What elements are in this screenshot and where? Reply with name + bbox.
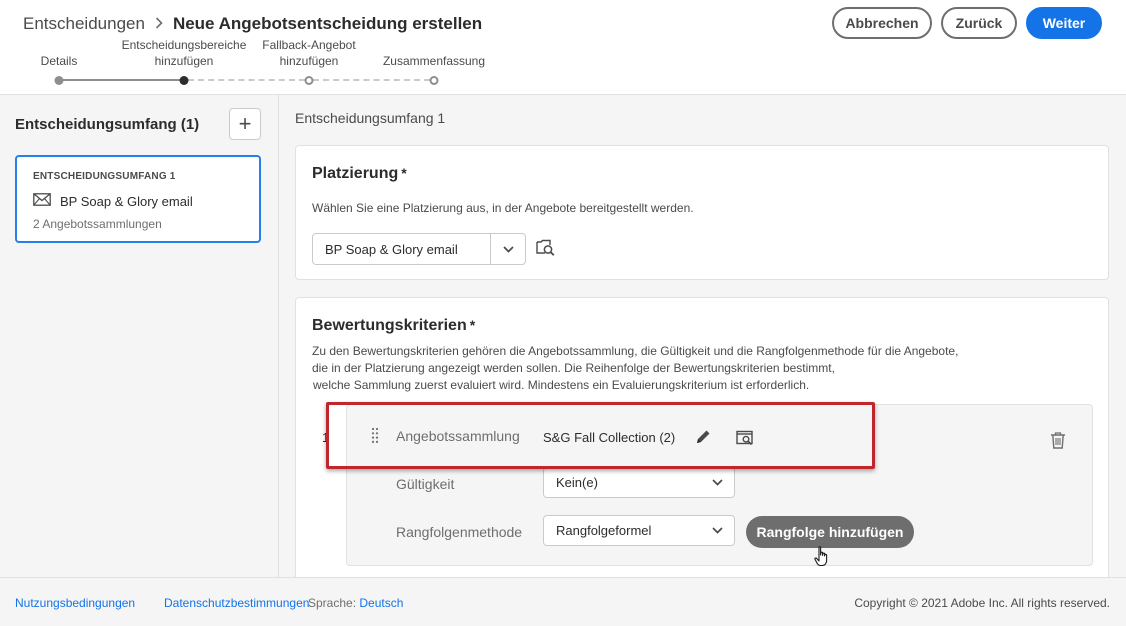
step-scopes-label: Entscheidungsbereiche hinzufügen xyxy=(121,38,247,68)
criteria-title: Bewertungskriterien xyxy=(312,317,467,334)
browse-preview-icon[interactable] xyxy=(536,239,555,259)
copyright-text: Copyright © 2021 Adobe Inc. All rights r… xyxy=(854,596,1110,610)
step-dot-summary[interactable] xyxy=(429,76,439,85)
required-marker: * xyxy=(401,165,407,181)
scope-list-title: Entscheidungsumfang (1) xyxy=(15,116,200,133)
browse-preview-icon[interactable] xyxy=(736,430,755,449)
placement-picker[interactable]: BP Soap & Glory email xyxy=(312,233,526,265)
step-summary-label: Zusammenfassung xyxy=(382,54,486,68)
breadcrumb-root-link[interactable]: Entscheidungen xyxy=(23,14,145,34)
evaluation-criteria-card: Bewertungskriterien * Zu den Bewertungskr… xyxy=(295,297,1109,577)
terms-link[interactable]: Nutzungsbedingungen xyxy=(15,596,135,610)
back-button[interactable]: Zurück xyxy=(941,7,1017,39)
footer: Nutzungsbedingungen Datenschutzbestimmun… xyxy=(0,577,1126,626)
step-line-complete xyxy=(63,79,180,81)
validity-dropdown[interactable]: Kein(e) xyxy=(543,467,735,498)
privacy-link[interactable]: Datenschutzbestimmungen xyxy=(164,596,309,610)
cancel-button[interactable]: Abbrechen xyxy=(832,7,932,39)
ranking-method-dropdown[interactable]: Rangfolgeformel xyxy=(543,515,735,546)
ranking-method-value: Rangfolgeformel xyxy=(556,523,652,538)
collection-value: S&G Fall Collection (2) xyxy=(543,430,676,445)
add-ranking-button[interactable]: Rangfolge hinzufügen xyxy=(746,516,914,548)
pencil-icon[interactable] xyxy=(695,429,711,448)
scope-card-collections: 2 Angebotssammlungen xyxy=(33,217,162,231)
plus-icon: + xyxy=(238,111,252,136)
collection-label: Angebotssammlung xyxy=(396,428,520,444)
step-line-pending xyxy=(188,79,305,81)
breadcrumb: Entscheidungen Neue Angebotsentscheidung… xyxy=(23,14,482,34)
language-link[interactable]: Deutsch xyxy=(359,596,403,610)
placement-picker-toggle[interactable] xyxy=(490,234,525,264)
step-dot-fallback[interactable] xyxy=(304,76,314,85)
validity-value: Kein(e) xyxy=(556,475,598,490)
language-selector: Sprache: Deutsch xyxy=(308,596,404,610)
scope-editor: Entscheidungsumfang 1 Platzierung * Wähle… xyxy=(279,95,1126,577)
scope-sidebar: Entscheidungsumfang (1) + ENTSCHEIDUNGSU… xyxy=(0,95,279,577)
scope-card[interactable]: ENTSCHEIDUNGSUMFANG 1 BP Soap & Glory em… xyxy=(15,155,261,243)
scope-editor-title: Entscheidungsumfang 1 xyxy=(295,110,446,126)
stepper: Details Entscheidungsbereiche hinzufügen… xyxy=(0,36,520,92)
placement-description: Wählen Sie eine Platzierung aus, in der … xyxy=(312,201,694,215)
chevron-down-icon xyxy=(712,479,723,486)
placement-title: Platzierung xyxy=(312,165,399,182)
email-icon xyxy=(33,193,51,209)
ranking-method-label: Rangfolgenmethode xyxy=(396,524,523,540)
delete-icon[interactable] xyxy=(1050,432,1066,452)
drag-handle-icon[interactable] xyxy=(371,427,379,447)
placement-card: Platzierung * Wählen Sie eine Platzierung… xyxy=(295,145,1109,280)
criteria-description: Zu den Bewertungskriterien gehören die A… xyxy=(312,344,959,392)
add-scope-button[interactable]: + xyxy=(229,108,261,140)
scope-card-name: BP Soap & Glory email xyxy=(60,193,193,209)
placement-picker-value: BP Soap & Glory email xyxy=(325,241,458,257)
step-dot-details[interactable] xyxy=(54,76,64,85)
chevron-right-icon xyxy=(155,16,163,33)
chevron-down-icon xyxy=(502,245,514,253)
header: Entscheidungen Neue Angebotsentscheidung… xyxy=(0,0,1126,95)
scope-card-heading: ENTSCHEIDUNGSUMFANG 1 xyxy=(33,171,176,182)
criteria-index: 1 xyxy=(322,430,330,445)
step-details-label: Details xyxy=(40,54,78,68)
next-button[interactable]: Weiter xyxy=(1026,7,1102,39)
required-marker: * xyxy=(469,317,476,333)
hand-cursor-icon xyxy=(814,546,830,570)
validity-label: Gültigkeit xyxy=(396,476,455,492)
step-fallback-label: Fallback-Angebot hinzufügen xyxy=(262,38,356,68)
step-line-pending xyxy=(313,79,430,81)
step-dot-scopes[interactable] xyxy=(179,76,189,85)
header-actions: Abbrechen Zurück Weiter xyxy=(832,7,1102,39)
criteria-row: Angebotssammlung S&G Fall Collection (2)… xyxy=(346,404,1093,567)
page-title: Neue Angebotsentscheidung erstellen xyxy=(172,14,483,33)
chevron-down-icon xyxy=(712,527,723,534)
